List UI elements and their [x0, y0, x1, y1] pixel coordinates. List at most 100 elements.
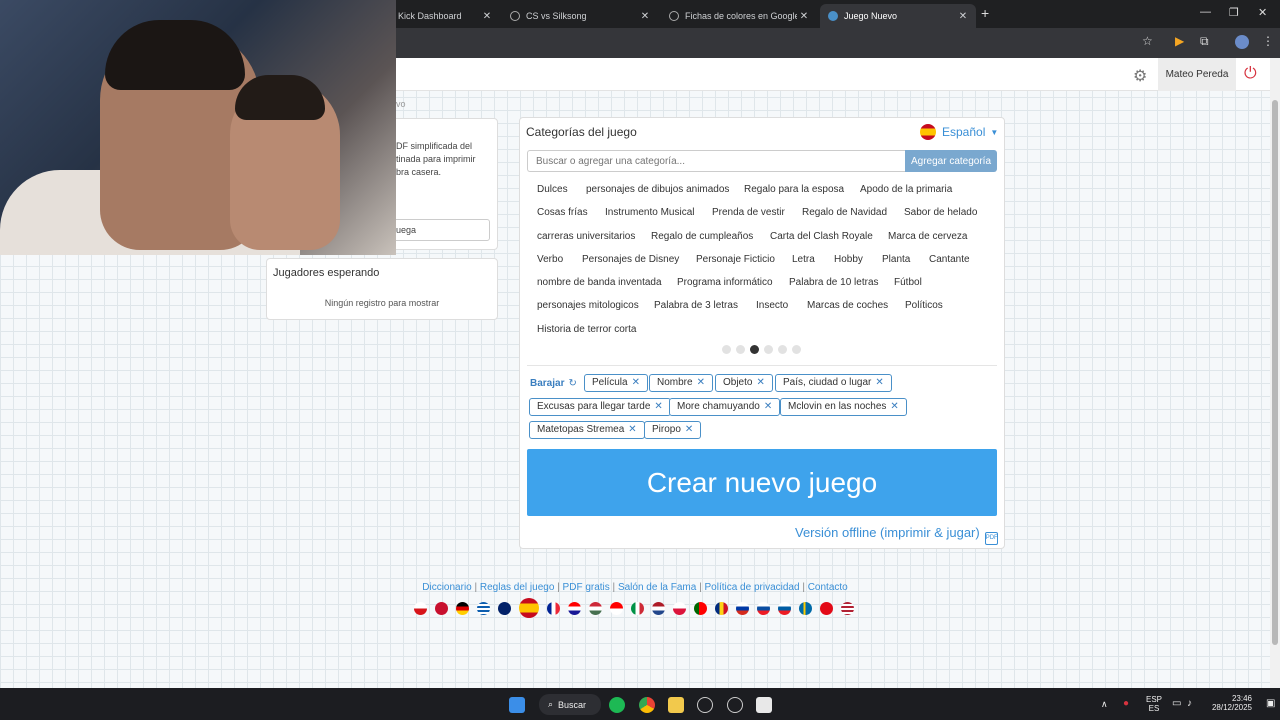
category-item[interactable]: Apodo de la primaria — [860, 184, 952, 195]
page-dot[interactable] — [778, 345, 787, 354]
footer-link[interactable]: Salón de la Fama — [618, 582, 696, 593]
category-item[interactable]: Regalo de Navidad — [802, 207, 887, 218]
language-flag-icon[interactable] — [841, 601, 854, 615]
category-item[interactable]: personajes mitologicos — [537, 300, 639, 311]
language-flag-icon[interactable] — [715, 601, 728, 615]
footer-link[interactable]: Reglas del juego — [480, 582, 555, 593]
language-selector[interactable]: Español ▼ — [920, 124, 998, 140]
minimize-icon[interactable]: — — [1200, 6, 1211, 18]
create-game-button[interactable]: Crear nuevo juego — [527, 449, 997, 516]
remove-icon[interactable]: ✕ — [890, 401, 898, 412]
clock[interactable]: 23:46 28/12/2025 — [1208, 694, 1252, 712]
restore-icon[interactable]: ❐ — [1229, 6, 1239, 19]
remove-icon[interactable]: ✕ — [756, 377, 764, 388]
remove-icon[interactable]: ✕ — [764, 401, 772, 412]
input-language[interactable]: ESP ES — [1146, 695, 1162, 713]
network-icon[interactable]: ▭ — [1172, 698, 1181, 709]
tab-cs-vs-silksong[interactable]: CS vs Silksong ✕ — [502, 4, 658, 28]
category-item[interactable]: Palabra de 3 letras — [654, 300, 738, 311]
language-flag-icon[interactable] — [652, 601, 665, 615]
language-flag-icon[interactable] — [568, 601, 581, 615]
language-flag-icon[interactable] — [610, 601, 623, 615]
category-item[interactable]: Instrumento Musical — [605, 207, 694, 218]
language-flag-icon[interactable] — [820, 601, 833, 615]
remove-icon[interactable]: ✕ — [628, 424, 636, 435]
category-item[interactable]: Cosas frías — [537, 207, 588, 218]
category-search-input[interactable] — [527, 150, 905, 172]
steam-icon[interactable] — [697, 697, 713, 713]
file-explorer-icon[interactable] — [668, 697, 684, 713]
footer-link[interactable]: Contacto — [808, 582, 848, 593]
language-flag-icon[interactable] — [778, 601, 791, 615]
page-dot[interactable] — [736, 345, 745, 354]
browser-menu-icon[interactable]: ⋮ — [1262, 34, 1274, 48]
category-item[interactable]: Insecto — [756, 300, 788, 311]
category-item[interactable]: Prenda de vestir — [712, 207, 785, 218]
language-flag-icon[interactable] — [414, 601, 427, 615]
remove-icon[interactable]: ✕ — [632, 377, 640, 388]
new-tab-button[interactable]: + — [981, 5, 989, 21]
app-icon[interactable] — [756, 697, 772, 713]
extension-play-icon[interactable]: ▶ — [1175, 34, 1184, 48]
page-dot[interactable] — [792, 345, 801, 354]
mic-muted-icon[interactable]: ● — [1123, 698, 1129, 709]
footer-link[interactable]: Diccionario — [422, 582, 471, 593]
category-item[interactable]: Regalo de cumpleaños — [651, 231, 753, 242]
category-item[interactable]: Cantante — [929, 254, 970, 265]
category-item[interactable]: Dulces — [537, 184, 568, 195]
category-item[interactable]: nombre de banda inventada — [537, 277, 662, 288]
tab-fichas-de-colores[interactable]: Fichas de colores en Google - B ✕ — [661, 4, 817, 28]
spotify-icon[interactable] — [609, 697, 625, 713]
bookmark-star-icon[interactable]: ☆ — [1142, 34, 1153, 48]
chevron-up-icon[interactable]: ∧ — [1101, 699, 1108, 710]
volume-icon[interactable]: ♪ — [1187, 698, 1192, 709]
language-flag-icon[interactable] — [435, 601, 448, 615]
join-game-input[interactable]: uega — [392, 219, 490, 241]
language-flag-icon[interactable] — [456, 601, 469, 615]
category-item[interactable]: Carta del Clash Royale — [770, 231, 873, 242]
language-flag-icon[interactable] — [694, 601, 707, 615]
category-item[interactable]: Sabor de helado — [904, 207, 977, 218]
category-item[interactable]: Marca de cerveza — [888, 231, 967, 242]
category-item[interactable]: Programa informático — [677, 277, 773, 288]
remove-icon[interactable]: ✕ — [697, 377, 705, 388]
page-dot[interactable] — [764, 345, 773, 354]
language-flag-icon[interactable] — [519, 598, 539, 618]
extensions-icon[interactable]: ⧉ — [1200, 34, 1209, 49]
chrome-icon[interactable] — [639, 697, 655, 713]
remove-icon[interactable]: ✕ — [654, 401, 662, 412]
offline-version-link[interactable]: Versión offline (imprimir & jugar) PDF — [795, 525, 998, 545]
obs-icon[interactable] — [727, 697, 743, 713]
language-flag-icon[interactable] — [547, 601, 560, 615]
power-icon[interactable]: ⏻ — [1244, 65, 1257, 83]
profile-avatar[interactable] — [1235, 35, 1249, 49]
category-item[interactable]: Personaje Ficticio — [696, 254, 775, 265]
language-flag-icon[interactable] — [498, 601, 511, 615]
language-flag-icon[interactable] — [736, 601, 749, 615]
language-flag-icon[interactable] — [477, 601, 490, 615]
category-item[interactable]: Regalo para la esposa — [744, 184, 844, 195]
tab-close-icon[interactable]: ✕ — [480, 11, 494, 22]
category-item[interactable]: Personajes de Disney — [582, 254, 679, 265]
category-item[interactable]: Políticos — [905, 300, 943, 311]
language-flag-icon[interactable] — [589, 601, 602, 615]
footer-link[interactable]: PDF gratis — [563, 582, 610, 593]
user-name-button[interactable]: Mateo Pereda — [1158, 58, 1236, 91]
language-flag-icon[interactable] — [631, 601, 644, 615]
category-item[interactable]: Verbo — [537, 254, 563, 265]
page-dot[interactable] — [750, 345, 759, 354]
notifications-icon[interactable]: ▣ — [1266, 698, 1275, 709]
category-item[interactable]: personajes de dibujos animados — [586, 184, 729, 195]
gear-icon[interactable]: ⚙ — [1133, 66, 1147, 86]
category-item[interactable]: Planta — [882, 254, 910, 265]
language-flag-icon[interactable] — [757, 601, 770, 615]
shuffle-button[interactable]: Barajar ↻ — [530, 378, 577, 389]
category-item[interactable]: Historia de terror corta — [537, 324, 636, 335]
remove-icon[interactable]: ✕ — [685, 424, 693, 435]
page-dot[interactable] — [722, 345, 731, 354]
category-item[interactable]: carreras universitarios — [537, 231, 635, 242]
close-window-icon[interactable]: ✕ — [1258, 6, 1267, 19]
tab-close-icon[interactable]: ✕ — [956, 11, 970, 22]
taskbar-search[interactable]: ⌕ Buscar — [539, 694, 601, 715]
remove-icon[interactable]: ✕ — [875, 377, 883, 388]
